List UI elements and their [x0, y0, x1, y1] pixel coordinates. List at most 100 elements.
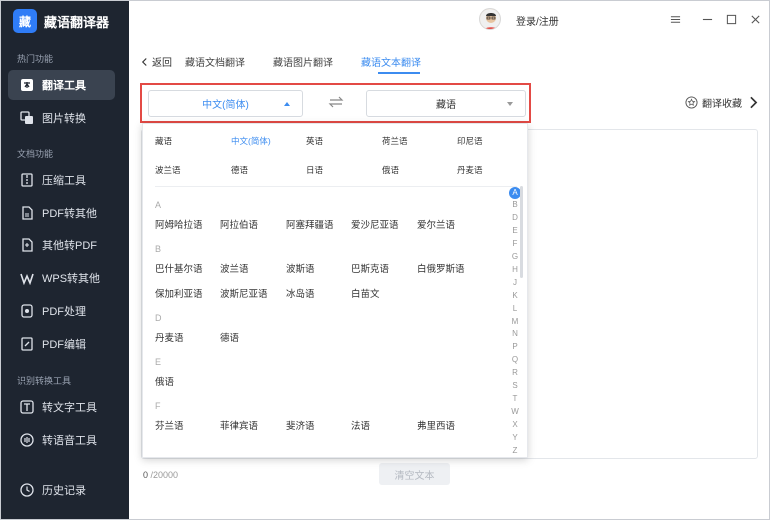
quick-lang-option[interactable]: 波兰语 — [155, 164, 181, 176]
star-icon — [685, 96, 702, 109]
sidebar-item-label: PDF转其他 — [42, 208, 97, 220]
translate-icon — [20, 78, 34, 92]
sidebar-item-translate[interactable]: 翻译工具 — [8, 70, 115, 100]
app-logo: 藏 — [13, 9, 37, 33]
quick-lang-option[interactable]: 中文(简体) — [231, 135, 271, 147]
compress-icon — [20, 173, 34, 187]
chevron-left-icon — [141, 57, 148, 67]
sidebar: 藏 藏语翻译器 热门功能 翻译工具 图片转换 文档功能 压缩工具 PDF转其他 … — [1, 1, 129, 519]
caret-down-icon — [507, 102, 513, 106]
sidebar-item-other-to-pdf[interactable]: 其他转PDF — [8, 230, 115, 260]
alphabet-index-letter[interactable]: Z — [509, 446, 521, 455]
quick-lang-option[interactable]: 俄语 — [382, 164, 399, 176]
alphabet-index-letter[interactable]: W — [509, 407, 521, 416]
alphabet-index-letter[interactable]: L — [509, 304, 521, 313]
sidebar-item-compress[interactable]: 压缩工具 — [8, 165, 115, 195]
back-button[interactable]: 返回 — [141, 54, 172, 69]
app-name: 藏语翻译器 — [44, 14, 110, 30]
voice-icon — [20, 433, 34, 447]
target-language-select[interactable]: 藏语 — [366, 90, 526, 117]
language-option[interactable]: 白苗文 — [351, 286, 380, 300]
wps-icon — [20, 271, 34, 285]
language-selector-bar: 中文(简体) 藏语 — [140, 83, 531, 123]
alphabet-index-letter[interactable]: Y — [509, 433, 521, 442]
language-option[interactable]: 德语 — [220, 330, 239, 344]
language-option[interactable]: 爱尔兰语 — [417, 217, 455, 231]
text-convert-icon — [20, 400, 34, 414]
group-letter: A — [155, 200, 162, 210]
quick-lang-option[interactable]: 藏语 — [155, 135, 172, 147]
minimize-icon[interactable] — [699, 11, 715, 27]
quick-lang-option[interactable]: 日语 — [306, 164, 323, 176]
tab-image-translate[interactable]: 藏语图片翻译 — [273, 54, 333, 69]
alphabet-index-letter[interactable]: M — [509, 317, 521, 326]
sidebar-item-image-convert[interactable]: 图片转换 — [8, 103, 115, 133]
quick-lang-option[interactable]: 荷兰语 — [382, 135, 408, 147]
language-option[interactable]: 阿姆哈拉语 — [155, 217, 203, 231]
sidebar-item-pdf-to-other[interactable]: PDF转其他 — [8, 198, 115, 228]
sidebar-item-wps-to-other[interactable]: WPS转其他 — [8, 263, 115, 293]
active-tab-indicator — [378, 72, 420, 74]
quick-lang-option[interactable]: 丹麦语 — [457, 164, 483, 176]
close-icon[interactable] — [747, 11, 763, 27]
language-option[interactable]: 保加利亚语 — [155, 286, 203, 300]
translation-favorites-button[interactable]: 翻译收藏 — [685, 95, 764, 110]
sidebar-item-pdf-process[interactable]: PDF处理 — [8, 296, 115, 326]
sidebar-item-label: 转语音工具 — [42, 435, 97, 447]
alphabet-index-letter[interactable]: R — [509, 368, 521, 377]
language-option[interactable]: 阿塞拜疆语 — [286, 217, 334, 231]
language-option[interactable]: 斐济语 — [286, 418, 315, 432]
language-option[interactable]: 芬兰语 — [155, 418, 184, 432]
language-option[interactable]: 法语 — [351, 418, 370, 432]
user-avatar[interactable] — [479, 8, 501, 30]
language-option[interactable]: 波兰语 — [220, 261, 249, 275]
language-option[interactable]: 弗里西语 — [417, 418, 455, 432]
sidebar-item-label: PDF编辑 — [42, 339, 86, 351]
sidebar-item-voice-convert[interactable]: 转语音工具 — [8, 425, 115, 455]
source-language-value: 中文(简体) — [202, 100, 249, 111]
dropdown-scrollbar[interactable] — [520, 186, 523, 278]
sidebar-item-pdf-edit[interactable]: PDF编辑 — [8, 329, 115, 359]
login-link[interactable]: 登录/注册 — [516, 13, 559, 28]
alphabet-index-letter[interactable]: X — [509, 420, 521, 429]
language-option[interactable]: 丹麦语 — [155, 330, 184, 344]
image-convert-icon — [20, 111, 34, 125]
clear-text-button[interactable]: 清空文本 — [379, 463, 450, 485]
quick-lang-option[interactable]: 德语 — [231, 164, 248, 176]
maximize-icon[interactable] — [723, 11, 739, 27]
language-option[interactable]: 波斯尼亚语 — [220, 286, 268, 300]
language-option[interactable]: 波斯语 — [286, 261, 315, 275]
tab-text-translate[interactable]: 藏语文本翻译 — [361, 54, 421, 69]
group-letter: B — [155, 244, 162, 254]
group-letter: E — [155, 357, 162, 367]
language-option[interactable]: 俄语 — [155, 374, 174, 388]
group-letter: D — [155, 313, 162, 323]
alphabet-index-letter[interactable]: Q — [509, 355, 521, 364]
alphabet-index-letter[interactable]: P — [509, 342, 521, 351]
swap-languages-icon[interactable] — [328, 94, 344, 110]
quick-lang-option[interactable]: 印尼语 — [457, 135, 483, 147]
sidebar-item-label: PDF处理 — [42, 306, 86, 318]
section-ocr-title: 识别转换工具 — [17, 376, 72, 386]
alphabet-index-letter[interactable]: S — [509, 381, 521, 390]
language-option[interactable]: 阿拉伯语 — [220, 217, 258, 231]
sidebar-item-label: 历史记录 — [42, 485, 86, 497]
sidebar-item-text-convert[interactable]: 转文字工具 — [8, 392, 115, 422]
quick-lang-option[interactable]: 英语 — [306, 135, 323, 147]
avatar-face-icon — [480, 9, 500, 29]
alphabet-index-letter[interactable]: N — [509, 329, 521, 338]
language-option[interactable]: 冰岛语 — [286, 286, 315, 300]
language-option[interactable]: 巴斯克语 — [351, 261, 389, 275]
language-option[interactable]: 白俄罗斯语 — [417, 261, 465, 275]
sidebar-item-history[interactable]: 历史记录 — [8, 475, 115, 505]
alphabet-index-letter[interactable]: K — [509, 291, 521, 300]
alphabet-index-letter[interactable]: T — [509, 394, 521, 403]
language-option[interactable]: 菲律宾语 — [220, 418, 258, 432]
language-option[interactable]: 巴什基尔语 — [155, 261, 203, 275]
group-letter: F — [155, 401, 161, 411]
tab-doc-translate[interactable]: 藏语文档翻译 — [185, 54, 245, 69]
alphabet-index-letter[interactable]: J — [509, 278, 521, 287]
source-language-select[interactable]: 中文(简体) — [148, 90, 303, 117]
menu-icon[interactable] — [667, 11, 683, 27]
language-option[interactable]: 爱沙尼亚语 — [351, 217, 399, 231]
